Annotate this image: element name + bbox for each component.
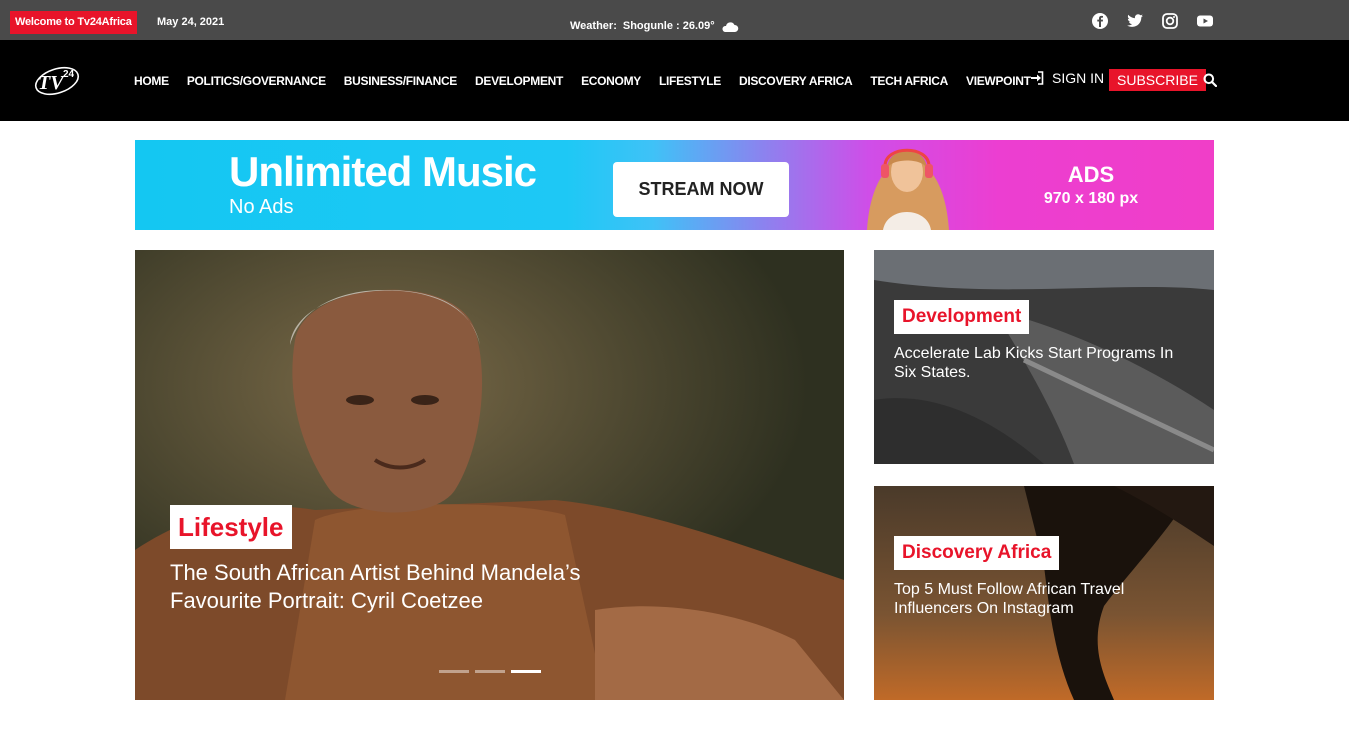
- news-card[interactable]: Discovery Africa Top 5 Must Follow Afric…: [874, 486, 1214, 700]
- tv24africa-logo[interactable]: TV 24: [32, 62, 82, 100]
- card-category-badge[interactable]: Development: [894, 300, 1030, 334]
- search-icon[interactable]: [1203, 73, 1217, 87]
- ad-model-image: [867, 148, 949, 230]
- nav-tech-africa[interactable]: TECH AFRICA: [870, 74, 948, 88]
- youtube-icon[interactable]: [1196, 12, 1214, 30]
- card-title[interactable]: Top 5 Must Follow African Travel Influen…: [894, 580, 1194, 618]
- current-date: May 24, 2021: [157, 16, 225, 28]
- cloud-icon: [722, 21, 738, 32]
- facebook-icon[interactable]: [1091, 12, 1109, 30]
- slider-dot-active[interactable]: [511, 670, 541, 673]
- news-card[interactable]: Development Accelerate Lab Kicks Start P…: [874, 250, 1214, 464]
- hero-slider[interactable]: Lifestyle The South African Artist Behin…: [135, 250, 844, 700]
- ad-label: ADS: [1067, 162, 1115, 187]
- social-links: [1091, 12, 1214, 30]
- ad-size: 970 x 180 px: [1043, 190, 1139, 207]
- nav-development[interactable]: DEVELOPMENT: [475, 74, 563, 88]
- stream-now-button[interactable]: STREAM NOW: [613, 162, 789, 217]
- slider-dot[interactable]: [475, 670, 505, 673]
- nav-menu: HOME POLITICS/GOVERNANCE BUSINESS/FINANC…: [134, 40, 1049, 121]
- ad-title: Unlimited Music: [229, 148, 537, 195]
- hero-category-badge[interactable]: Lifestyle: [170, 505, 292, 549]
- sign-in-icon: [1031, 71, 1044, 85]
- nav-business-finance[interactable]: BUSINESS/FINANCE: [344, 74, 458, 88]
- instagram-icon[interactable]: [1161, 12, 1179, 30]
- main-navbar: TV 24 HOME POLITICS/GOVERNANCE BUSINESS/…: [0, 40, 1349, 121]
- top-bar: Welcome to Tv24Africa May 24, 2021 Weath…: [0, 0, 1349, 40]
- svg-text:24: 24: [63, 69, 75, 80]
- svg-text:TV: TV: [38, 72, 65, 94]
- card-title[interactable]: Accelerate Lab Kicks Start Programs In S…: [894, 344, 1194, 382]
- nav-discovery-africa[interactable]: DISCOVERY AFRICA: [739, 74, 853, 88]
- slider-dot[interactable]: [439, 670, 469, 673]
- sign-in-label: SIGN IN: [1052, 70, 1105, 86]
- weather-widget: Weather: Shogunle : 26.09°: [570, 15, 739, 38]
- hero-title[interactable]: The South African Artist Behind Mandela’…: [170, 559, 590, 615]
- slider-indicators: [439, 670, 541, 673]
- ad-subtitle: No Ads: [229, 196, 294, 218]
- nav-politics-governance[interactable]: POLITICS/GOVERNANCE: [187, 74, 326, 88]
- nav-lifestyle[interactable]: LIFESTYLE: [659, 74, 721, 88]
- card-category-badge[interactable]: Discovery Africa: [894, 536, 1060, 570]
- ad-banner[interactable]: Unlimited Music No Ads STREAM NOW ADS 97…: [135, 140, 1214, 230]
- subscribe-button[interactable]: SUBSCRIBE: [1109, 69, 1206, 91]
- nav-viewpoint[interactable]: VIEWPOINT: [966, 74, 1031, 88]
- weather-value: Shogunle : 26.09°: [622, 20, 715, 32]
- nav-home[interactable]: HOME: [134, 74, 169, 88]
- sign-in-link[interactable]: SIGN IN: [1030, 70, 1104, 86]
- nav-economy[interactable]: ECONOMY: [581, 74, 641, 88]
- hero-portrait-image: [135, 250, 844, 700]
- welcome-badge: Welcome to Tv24Africa: [10, 11, 137, 34]
- weather-label: Weather:: [570, 20, 617, 32]
- twitter-icon[interactable]: [1126, 12, 1144, 30]
